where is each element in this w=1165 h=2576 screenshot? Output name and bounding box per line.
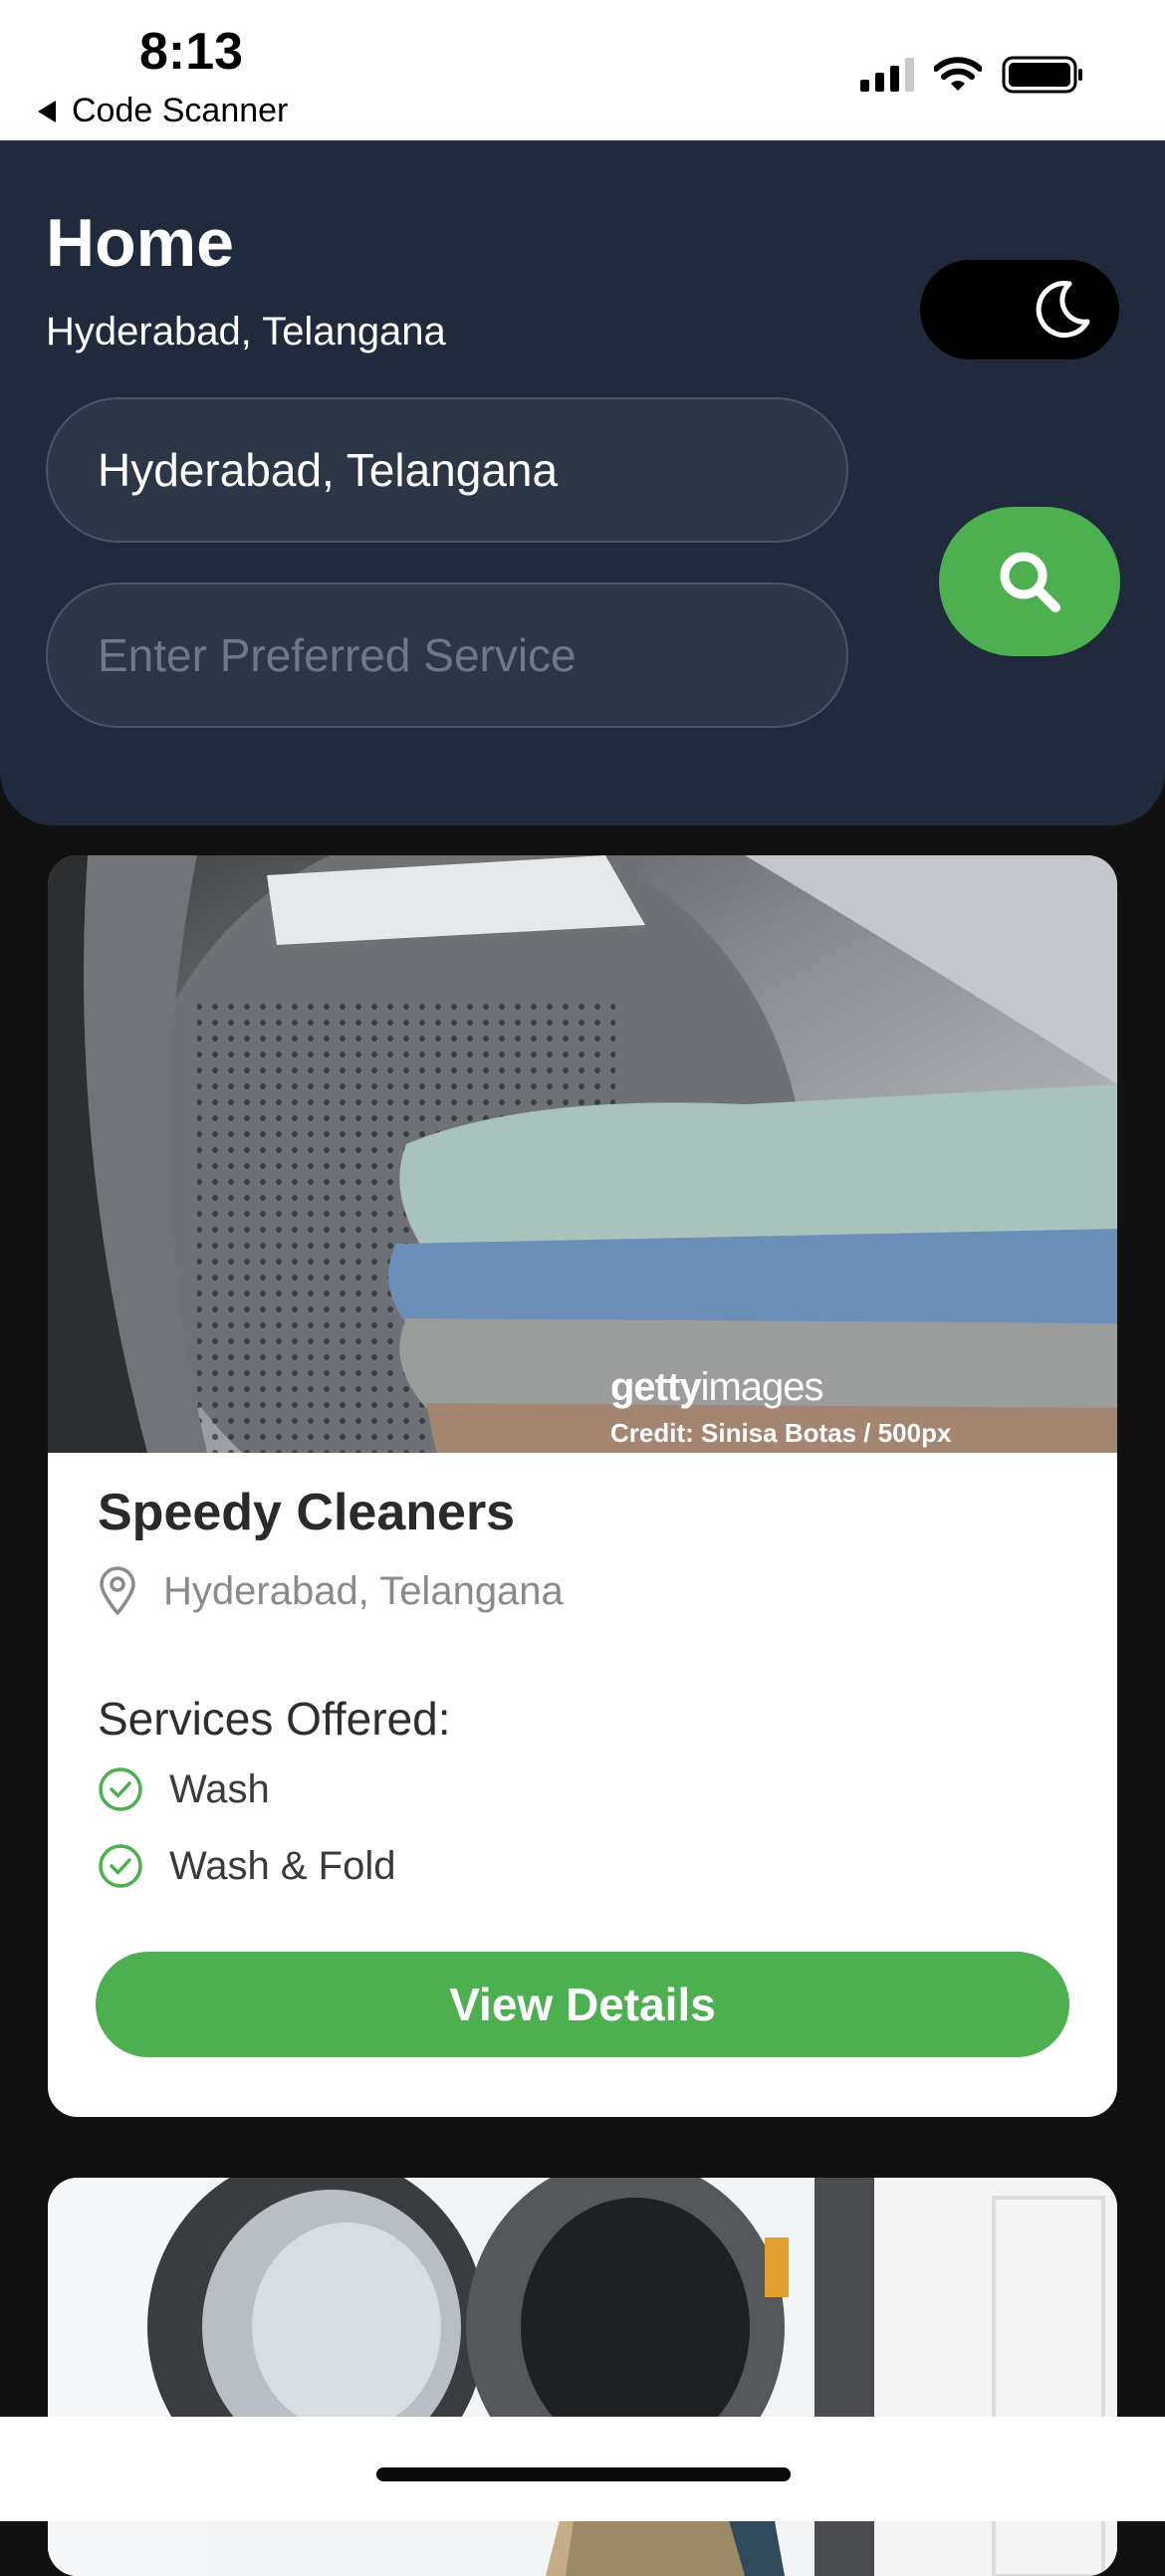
- service-item-label: Wash & Fold: [169, 1843, 396, 1888]
- service-photo: gettyimages Credit: Sinisa Botas / 500px: [48, 855, 1117, 1453]
- business-location: Hyderabad, Telangana: [98, 1566, 564, 1616]
- image-credit-brand: gettyimages: [610, 1365, 824, 1409]
- home-indicator[interactable]: [376, 2467, 791, 2481]
- business-location-text: Hyderabad, Telangana: [163, 1568, 564, 1613]
- search-icon: [1000, 552, 1060, 612]
- dark-mode-toggle[interactable]: [920, 260, 1119, 359]
- business-name: Speedy Cleaners: [98, 1484, 516, 1541]
- status-bar: 8:13 Code Scanner: [0, 0, 1165, 140]
- check-circle-icon: [99, 1767, 142, 1811]
- location-pin-icon: [100, 1566, 135, 1615]
- battery-icon: [1002, 56, 1082, 94]
- back-app-label: Code Scanner: [72, 92, 289, 129]
- wifi-icon: [934, 57, 982, 91]
- back-arrow-icon: [38, 100, 56, 122]
- signal-icon: [860, 58, 914, 92]
- service-card: gettyimages Credit: Sinisa Botas / 500px…: [48, 855, 1117, 2117]
- page-subtitle-location: Hyderabad, Telangana: [46, 310, 446, 353]
- location-input[interactable]: [46, 397, 848, 543]
- moon-icon: [1036, 281, 1090, 338]
- service-item: Wash: [98, 1766, 270, 1812]
- bottom-bar: [0, 2417, 1165, 2521]
- status-icons: [860, 56, 1085, 94]
- service-search-input[interactable]: [46, 583, 848, 728]
- service-item-label: Wash: [169, 1766, 270, 1811]
- image-credit-line: Credit: Sinisa Botas / 500px: [610, 1418, 952, 1448]
- service-item: Wash & Fold: [98, 1843, 395, 1889]
- page-title: Home: [46, 205, 234, 281]
- header-panel: Home Hyderabad, Telangana: [0, 140, 1165, 825]
- check-circle-icon: [99, 1844, 142, 1888]
- services-heading: Services Offered:: [98, 1693, 451, 1745]
- search-button[interactable]: [939, 507, 1120, 656]
- back-to-app-link[interactable]: Code Scanner: [38, 92, 288, 130]
- laundry-towels-image: [48, 855, 1117, 1453]
- view-details-button[interactable]: View Details: [96, 1952, 1069, 2057]
- status-time: 8:13: [139, 23, 244, 81]
